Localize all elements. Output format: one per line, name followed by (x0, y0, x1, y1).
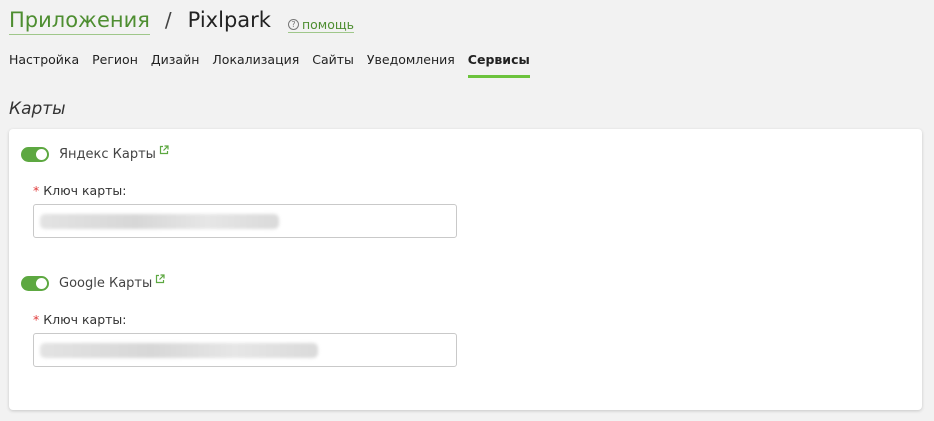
google-maps-service: Google Карты *Ключ карты: ••••••••••••••… (21, 273, 457, 367)
yandex-maps-label: Яндекс Карты (59, 146, 156, 162)
help-icon: ? (287, 19, 299, 30)
tab-localization[interactable]: Локализация (212, 52, 299, 75)
external-link-icon[interactable] (159, 140, 169, 159)
google-maps-label: Google Карты (59, 275, 153, 291)
required-mark: * (33, 183, 40, 198)
help-label: помощь (301, 17, 354, 32)
section-title: Карты (9, 99, 66, 119)
breadcrumb-separator: / (164, 8, 172, 32)
tab-design[interactable]: Дизайн (151, 52, 200, 75)
external-link-icon[interactable] (155, 269, 165, 288)
google-key-value: •••••••••••••••••••••••••••••••••••••••• (40, 343, 318, 358)
yandex-maps-toggle[interactable] (21, 146, 49, 162)
breadcrumb-apps-link[interactable]: Приложения (9, 6, 150, 35)
field-label-text: Ключ карты: (43, 312, 127, 327)
tab-region[interactable]: Регион (92, 52, 138, 75)
maps-card: Яндекс Карты *Ключ карты: ••••••••••••••… (9, 129, 922, 410)
yandex-key-value: •••••••••••••••••••••••••••••••••••• (40, 214, 279, 229)
settings-tabs: Настройка Регион Дизайн Локализация Сайт… (9, 52, 543, 78)
page-title: Pixlpark (187, 8, 271, 32)
tab-services[interactable]: Сервисы (467, 52, 530, 78)
required-mark: * (33, 312, 40, 327)
tab-notifications[interactable]: Уведомления (367, 52, 455, 75)
breadcrumb: Приложения / Pixlpark ? помощь (9, 6, 354, 40)
tab-settings[interactable]: Настройка (9, 52, 79, 75)
tab-sites[interactable]: Сайты (312, 52, 354, 75)
help-link[interactable]: ? помощь (287, 17, 354, 33)
google-maps-toggle[interactable] (21, 275, 49, 291)
toggle-knob (36, 277, 47, 289)
google-key-label: * Ключ карты: (33, 312, 457, 327)
yandex-maps-service: Яндекс Карты *Ключ карты: ••••••••••••••… (21, 144, 457, 238)
field-label-text: Ключ карты: (43, 183, 127, 198)
yandex-key-input[interactable]: •••••••••••••••••••••••••••••••••••• (33, 204, 457, 238)
yandex-key-label: * Ключ карты: (33, 183, 457, 198)
toggle-knob (36, 148, 47, 160)
google-key-input[interactable]: •••••••••••••••••••••••••••••••••••••••• (33, 333, 457, 367)
